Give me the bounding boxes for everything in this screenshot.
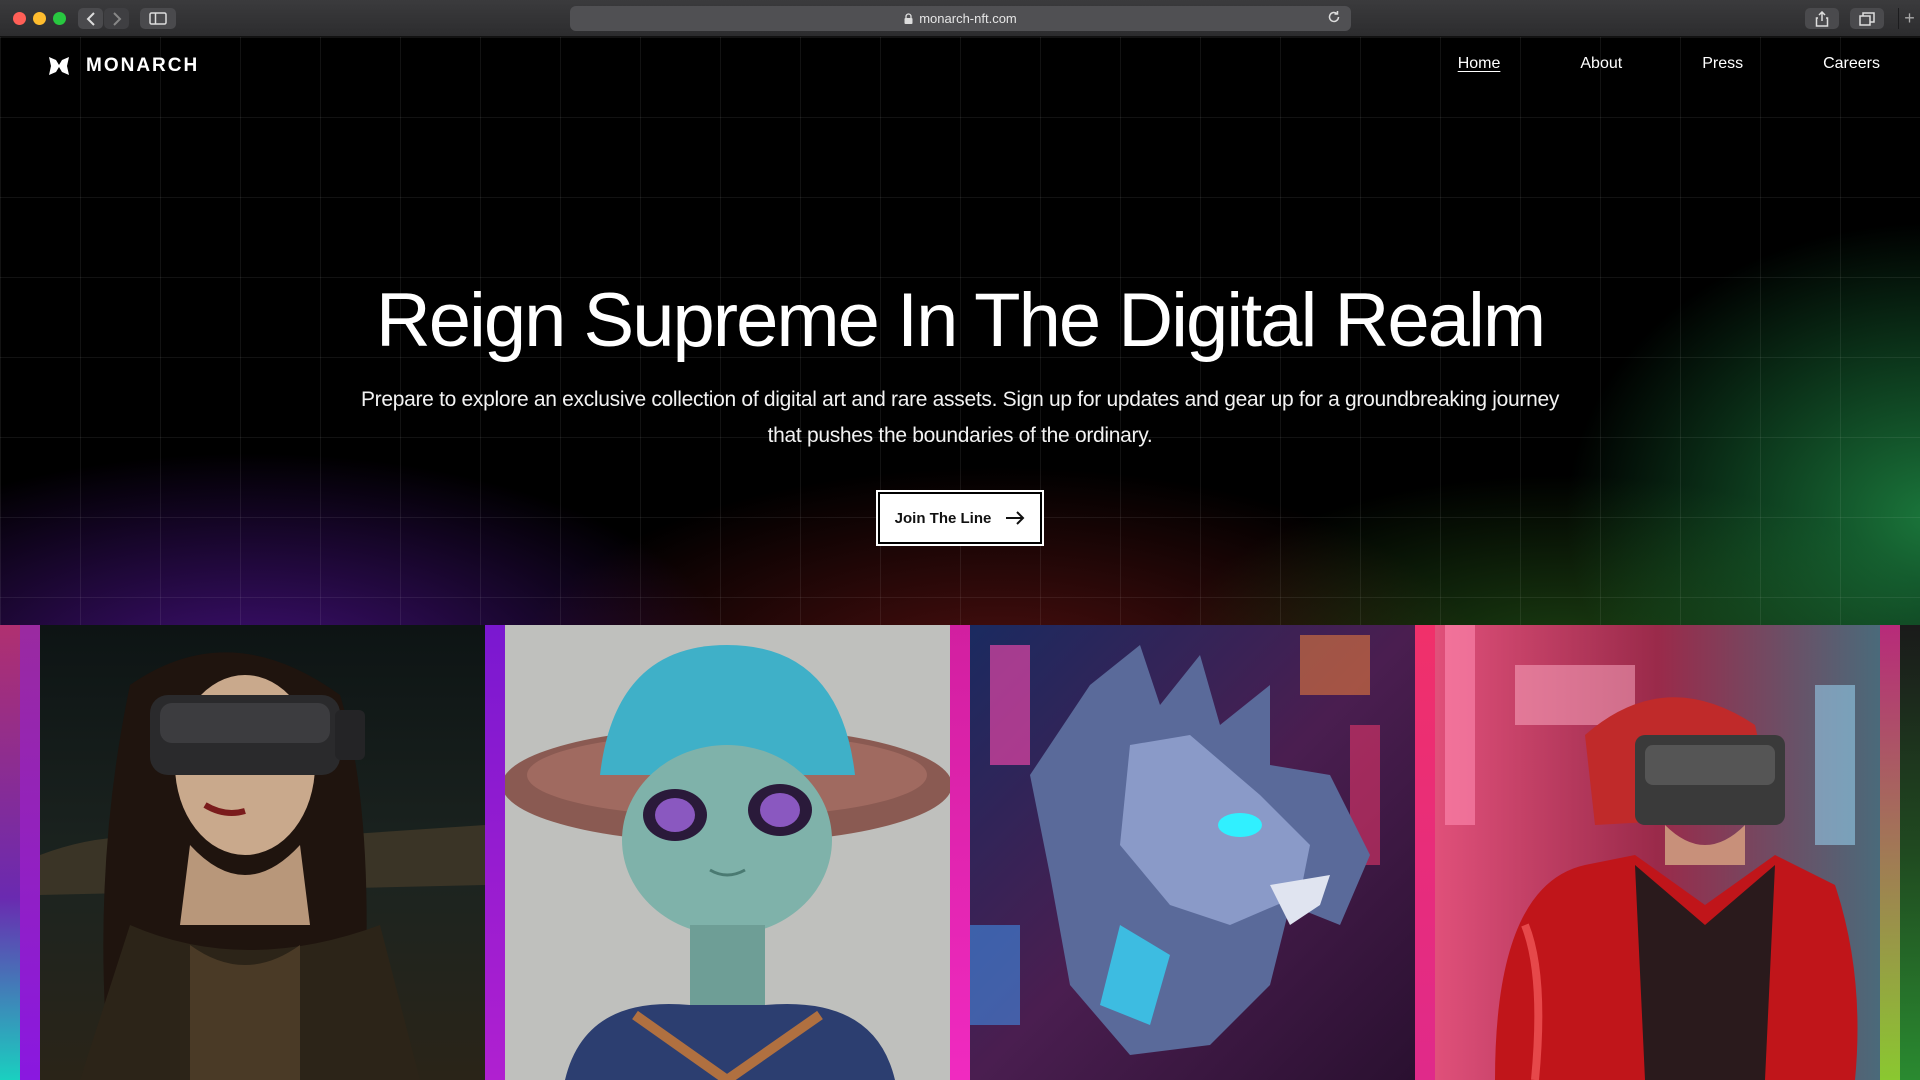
sidebar-icon: [149, 12, 167, 25]
hero-title: Reign Supreme In The Digital Realm: [375, 278, 1546, 363]
nav-home[interactable]: Home: [1458, 55, 1501, 73]
close-window-button[interactable]: [13, 12, 26, 25]
arrow-right-icon: [1006, 511, 1025, 525]
tabs-icon: [1859, 11, 1875, 26]
cyber-dragon-image[interactable]: [970, 625, 1415, 1080]
brand-logo[interactable]: MONARCH: [48, 55, 199, 77]
minimize-window-button[interactable]: [33, 12, 46, 25]
landing-page: MONARCH Home About Press Careers Reign S…: [0, 37, 1920, 1080]
gallery-gap: [950, 625, 970, 1080]
new-tab-button[interactable]: +: [1898, 8, 1920, 29]
alien-with-hat-image[interactable]: [505, 625, 950, 1080]
back-button[interactable]: [78, 8, 103, 29]
cta-label: Join The Line: [894, 509, 992, 527]
red-jacket-vr-girl-image[interactable]: [1435, 625, 1880, 1080]
share-icon: [1815, 10, 1829, 27]
forward-button[interactable]: [104, 8, 129, 29]
sidebar-toggle-button[interactable]: [140, 8, 176, 29]
hero-subtitle: Prepare to explore an exclusive collecti…: [360, 388, 1560, 447]
nft-gallery: [0, 625, 1920, 1080]
chevron-right-icon: [112, 11, 121, 26]
vr-woman-portrait-image[interactable]: [40, 625, 485, 1080]
gallery-gap: [1415, 625, 1435, 1080]
url-text: monarch-nft.com: [919, 11, 1017, 26]
plus-icon: +: [1904, 8, 1915, 28]
zoom-window-button[interactable]: [53, 12, 66, 25]
browser-toolbar: monarch-nft.com +: [0, 0, 1920, 37]
lock-icon: [904, 13, 913, 24]
brand-name: MONARCH: [86, 55, 200, 76]
join-the-line-button[interactable]: Join The Line: [876, 490, 1044, 546]
reload-icon[interactable]: [1327, 10, 1341, 24]
main-nav: Home About Press Careers: [1378, 55, 1880, 73]
address-bar[interactable]: monarch-nft.com: [570, 6, 1351, 31]
share-button[interactable]: [1805, 8, 1839, 29]
chevron-left-icon: [86, 11, 95, 26]
gallery-edge-right: [1900, 625, 1920, 1080]
nav-careers[interactable]: Careers: [1823, 55, 1880, 73]
nav-about[interactable]: About: [1580, 55, 1622, 73]
nav-press[interactable]: Press: [1702, 55, 1743, 73]
gallery-gap: [20, 625, 40, 1080]
tab-overview-button[interactable]: [1850, 8, 1884, 29]
gallery-gap: [1880, 625, 1900, 1080]
gallery-gap: [485, 625, 505, 1080]
gallery-edge-left: [0, 625, 20, 1080]
monarch-logo-icon: [49, 57, 69, 75]
